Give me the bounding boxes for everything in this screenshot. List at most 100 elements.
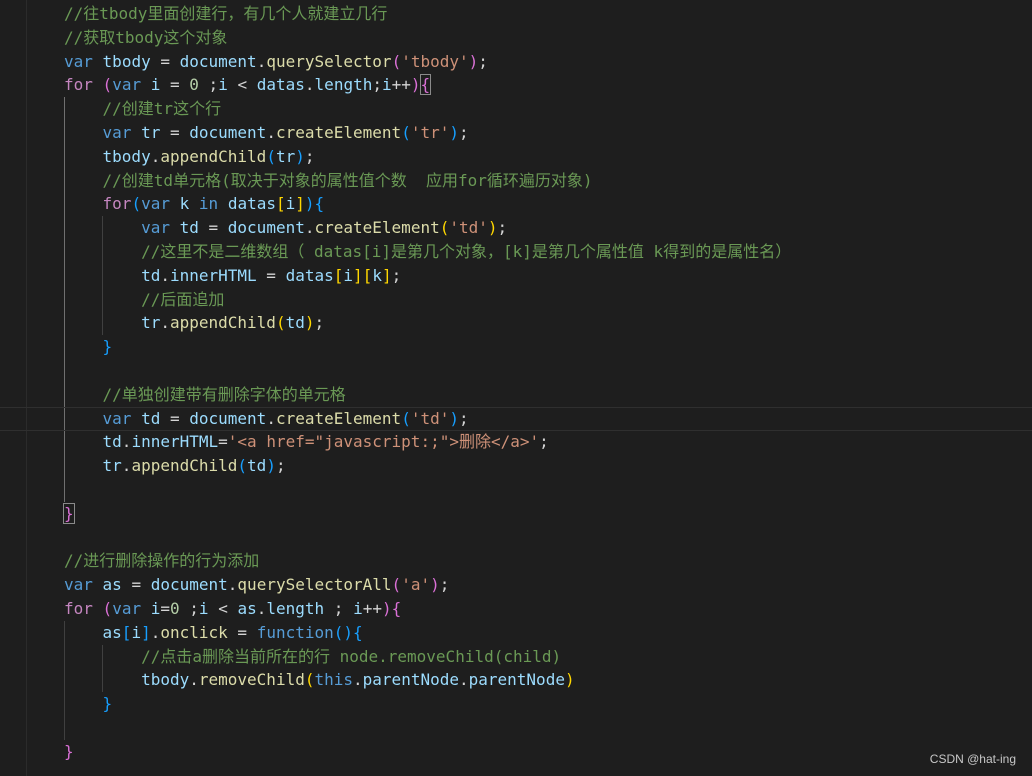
code-editor[interactable]: //往tbody里面创建行，有几个人就建立几行 //获取tbody这个对象 var …	[0, 0, 1032, 776]
code-line[interactable]: for (var i = 0 ;i < datas.length;i++){	[0, 73, 1032, 97]
code-token: [	[333, 265, 344, 285]
code-line[interactable]: tbody.appendChild(tr);	[0, 145, 1032, 169]
code-token: (	[391, 51, 402, 71]
code-line[interactable]: //获取tbody这个对象	[0, 26, 1032, 50]
code-line[interactable]: //进行删除操作的行为添加	[0, 549, 1032, 573]
code-line[interactable]: tr.appendChild(td);	[0, 454, 1032, 478]
code-token: 'td'	[410, 408, 450, 428]
code-line[interactable]	[0, 359, 1032, 383]
code-token: querySelectorAll	[237, 575, 392, 595]
code-line[interactable]	[0, 526, 1032, 550]
code-token: document	[179, 51, 257, 71]
code-line-content: for(var k in datas[i]){	[64, 192, 325, 216]
code-token: (	[333, 622, 344, 642]
code-token: var	[102, 123, 132, 142]
code-token: ++	[362, 599, 382, 618]
code-line[interactable]: tbody.removeChild(this.parentNode.parent…	[0, 668, 1032, 692]
code-line[interactable]: //单独创建带有删除字体的单元格	[0, 383, 1032, 407]
code-line[interactable]: }	[0, 335, 1032, 359]
code-token: .	[256, 599, 267, 618]
code-token: .	[227, 575, 238, 595]
code-line[interactable]: }	[0, 502, 1032, 526]
code-token: appendChild	[131, 456, 238, 476]
code-token: )	[343, 622, 354, 642]
code-line[interactable]	[0, 716, 1032, 740]
code-line[interactable]: //后面追加	[0, 288, 1032, 312]
code-line[interactable]: //创建tr这个行	[0, 97, 1032, 121]
code-token: <	[208, 599, 238, 618]
code-token: (	[131, 194, 142, 214]
code-token: ;	[539, 432, 549, 452]
code-line[interactable]: td.innerHTML = datas[i][k];	[0, 264, 1032, 288]
code-line-content: //创建tr这个行	[64, 97, 222, 121]
code-line[interactable]: //往tbody里面创建行，有几个人就建立几行	[0, 2, 1032, 26]
code-token: k	[372, 265, 382, 285]
code-token: )	[564, 670, 575, 690]
code-token: for	[102, 194, 132, 214]
code-token: i	[353, 599, 363, 618]
code-token: )	[295, 146, 305, 166]
code-token: .	[150, 146, 161, 166]
code-line[interactable]: for (var i=0 ;i < as.length ; i++){	[0, 597, 1032, 621]
code-token: onclick	[160, 622, 228, 642]
code-line[interactable]	[0, 478, 1032, 502]
code-token: ;	[459, 408, 469, 428]
code-line[interactable]: tr.appendChild(td);	[0, 311, 1032, 335]
code-token: i	[131, 622, 142, 642]
code-line[interactable]: var td = document.createElement('td');	[0, 406, 1032, 431]
code-line-content: var td = document.createElement('td');	[64, 408, 469, 430]
code-line[interactable]: for(var k in datas[i]){	[0, 192, 1032, 216]
code-token: (	[266, 146, 276, 166]
code-token: k	[179, 194, 190, 214]
code-line[interactable]: //点击a删除当前所在的行 node.removeChild(child)	[0, 645, 1032, 669]
code-token: var	[112, 599, 142, 618]
code-line[interactable]: //这里不是二维数组（ datas[i]是第几个对象，[k]是第几个属性值 k得…	[0, 240, 1032, 264]
code-line[interactable]: //创建td单元格(取决于对象的属性值个数 应用for循环遍历对象)	[0, 169, 1032, 193]
code-token: ;	[439, 575, 450, 595]
code-line[interactable]: var td = document.createElement('td');	[0, 216, 1032, 240]
code-line[interactable]: td.innerHTML='<a href="javascript:;">删除<…	[0, 430, 1032, 454]
code-line-content: //这里不是二维数组（ datas[i]是第几个对象，[k]是第几个属性值 k得…	[64, 240, 791, 264]
code-token: ;	[324, 599, 354, 618]
code-token: createElement	[275, 408, 402, 428]
code-token: )	[468, 51, 479, 71]
code-token: i	[285, 194, 296, 214]
code-token: var	[64, 575, 93, 595]
code-line[interactable]: }	[0, 692, 1032, 716]
code-line[interactable]: var as = document.querySelectorAll('a');	[0, 573, 1032, 597]
code-token: =	[218, 432, 228, 452]
code-token: length	[266, 599, 325, 618]
code-token: }	[102, 694, 113, 714]
code-token: td	[247, 456, 267, 476]
code-token: .	[458, 670, 469, 690]
code-token: var	[141, 194, 170, 214]
code-token: i	[343, 265, 354, 285]
code-line[interactable]: }	[0, 740, 1032, 764]
code-token: ;	[179, 599, 199, 618]
code-token: //创建td单元格(取决于对象的属性值个数 应用for循环遍历对象)	[102, 170, 593, 190]
code-line[interactable]: as[i].onclick = function(){	[0, 621, 1032, 645]
code-line[interactable]: var tbody = document.querySelector('tbod…	[0, 50, 1032, 74]
code-line[interactable]: var tr = document.createElement('tr');	[0, 121, 1032, 145]
code-token: .	[160, 313, 170, 333]
code-token: ]	[381, 265, 392, 285]
code-token: (	[275, 313, 286, 333]
code-token: ++	[391, 75, 411, 95]
code-line-content: for (var i=0 ;i < as.length ; i++){	[64, 597, 401, 621]
code-token: )	[449, 408, 459, 428]
code-token: //往tbody里面创建行，有几个人就建立几行	[64, 4, 388, 23]
code-token: ;	[275, 456, 286, 476]
code-token: .	[256, 51, 267, 71]
code-token: tr	[141, 123, 161, 142]
code-token: =	[150, 51, 180, 71]
code-token: createElement	[275, 123, 402, 142]
